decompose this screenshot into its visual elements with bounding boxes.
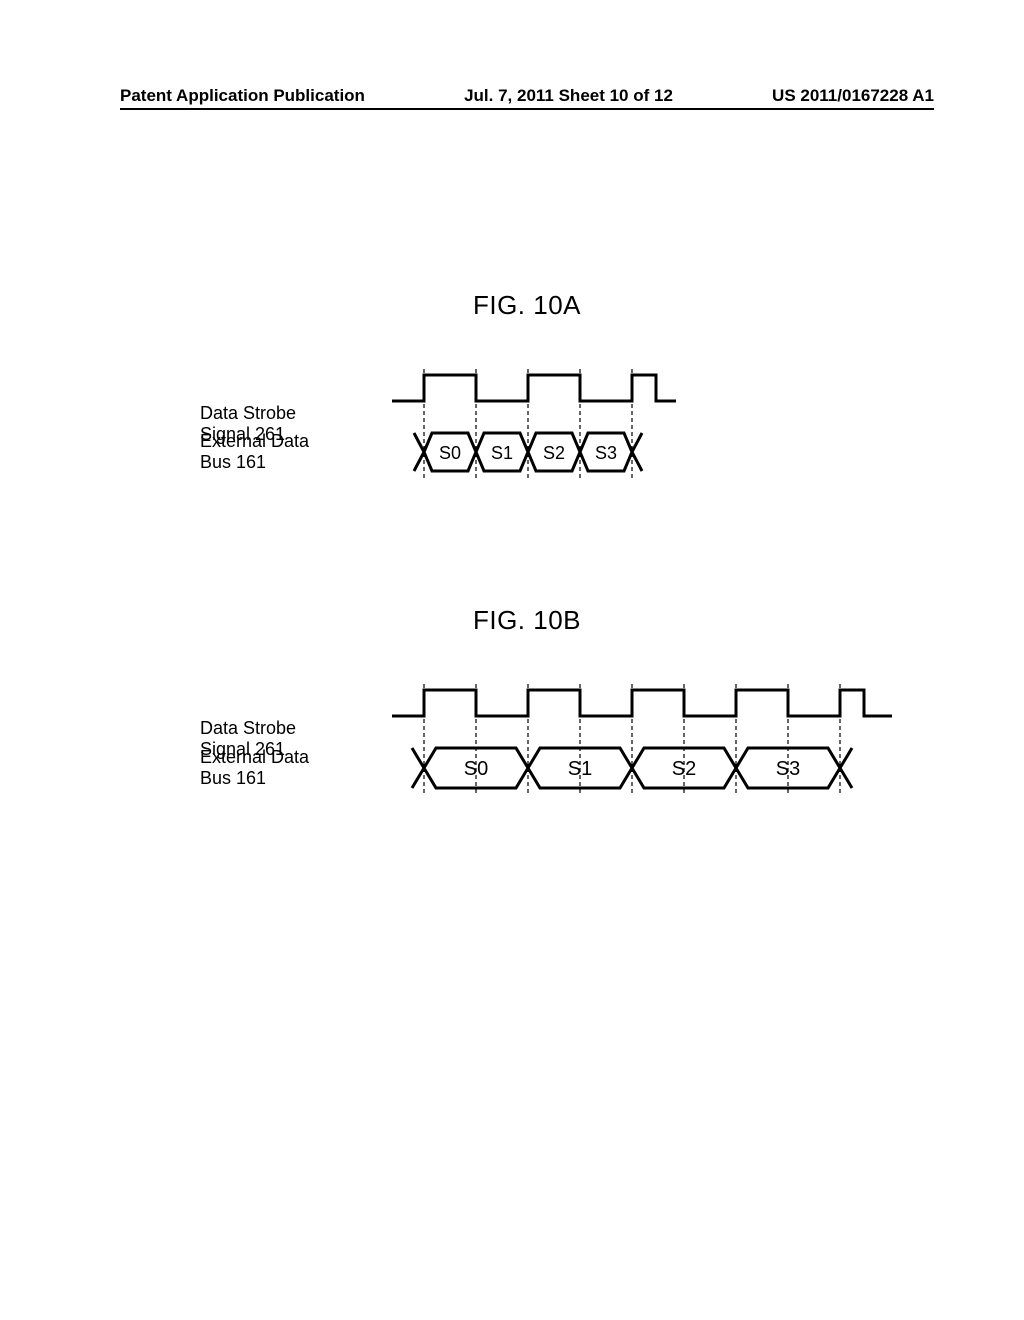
- bus-cell: S0: [439, 443, 461, 463]
- label-line: Data Strobe: [200, 718, 296, 738]
- patent-page: Patent Application Publication Jul. 7, 2…: [0, 0, 1024, 832]
- bus-cell: S0: [464, 758, 488, 780]
- bus-cell: S1: [491, 443, 513, 463]
- bus-cell: S2: [672, 758, 696, 780]
- label-line: External Data: [200, 747, 309, 767]
- bus-row: External Data Bus 161: [200, 429, 934, 475]
- label-line: Bus 161: [200, 452, 266, 472]
- bus-label: External Data Bus 161: [200, 431, 392, 472]
- bus-cell: S3: [776, 758, 800, 780]
- bus-cell: S2: [543, 443, 565, 463]
- label-line: Data Strobe: [200, 403, 296, 423]
- figure-title: FIG. 10A: [120, 290, 934, 321]
- header-left: Patent Application Publication: [120, 86, 365, 106]
- header-right: US 2011/0167228 A1: [772, 86, 934, 106]
- figure-10a: FIG. 10A Data Strobe Signal 261: [120, 290, 934, 475]
- figure-10b: FIG. 10B Data Strobe Signal 261: [120, 605, 934, 792]
- bus-label: External Data Bus 161: [200, 747, 392, 788]
- label-line: Bus 161: [200, 768, 266, 788]
- bus-cell: S3: [595, 443, 617, 463]
- bus-row: External Data Bus 161: [200, 744, 934, 792]
- page-header: Patent Application Publication Jul. 7, 2…: [120, 86, 934, 110]
- header-middle: Jul. 7, 2011 Sheet 10 of 12: [464, 86, 673, 106]
- bus-cell: S1: [568, 758, 592, 780]
- label-line: External Data: [200, 431, 309, 451]
- bus-waveform: S0 S1 S2 S3: [392, 429, 682, 475]
- bus-waveform: S0 S1 S2 S3: [392, 744, 912, 792]
- figure-title: FIG. 10B: [120, 605, 934, 636]
